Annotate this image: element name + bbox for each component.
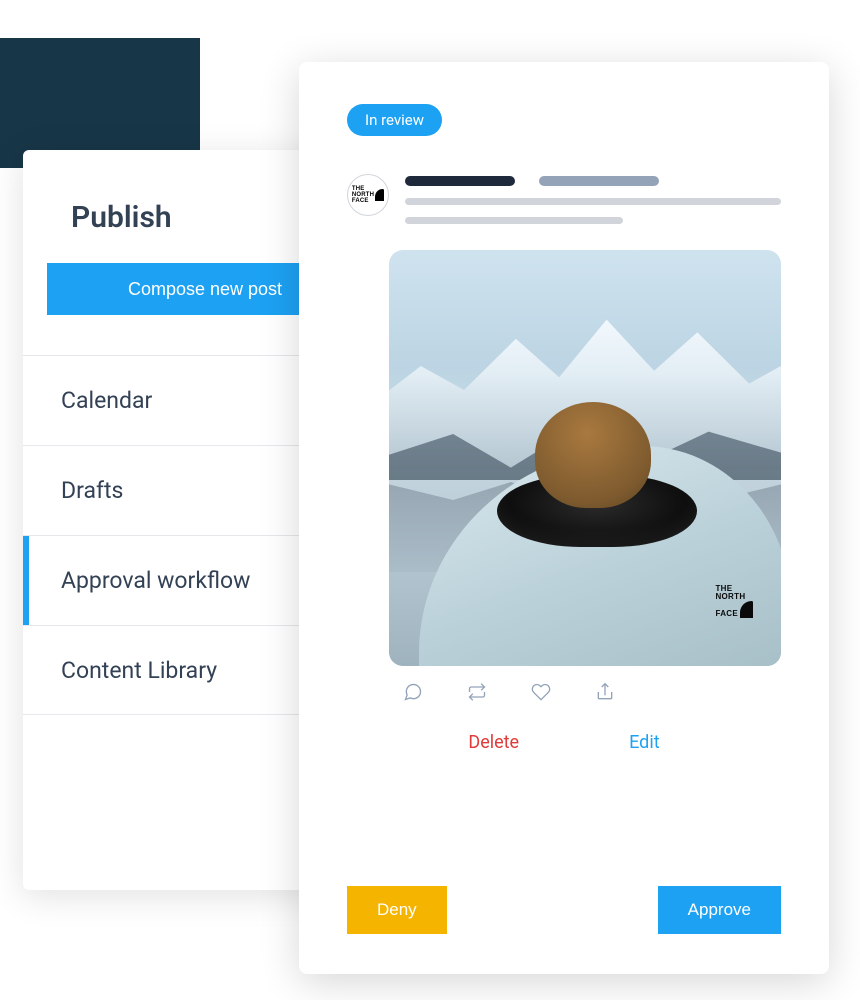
post-image: THENORTHFACE <box>389 250 781 666</box>
nav-item-label: Drafts <box>61 477 123 504</box>
approve-button[interactable]: Approve <box>658 886 781 934</box>
placeholder-line <box>405 198 781 205</box>
edit-link[interactable]: Edit <box>629 732 659 753</box>
review-card: In review THENORTHFACE THENORTHFACE <box>299 62 829 974</box>
status-badge: In review <box>347 104 442 136</box>
nav-item-label: Content Library <box>61 657 217 684</box>
placeholder-line <box>405 217 623 224</box>
like-icon[interactable] <box>531 682 551 702</box>
placeholder-line <box>539 176 659 186</box>
delete-link[interactable]: Delete <box>468 732 519 753</box>
nav-item-label: Approval workflow <box>61 567 250 594</box>
approval-action-row: Deny Approve <box>347 886 781 934</box>
post-text-placeholder <box>405 174 781 224</box>
post-header: THENORTHFACE <box>347 174 781 224</box>
retweet-icon[interactable] <box>467 682 487 702</box>
background-accent <box>0 38 200 168</box>
text-action-row: Delete Edit <box>347 732 781 753</box>
engagement-row <box>403 682 781 702</box>
deny-button[interactable]: Deny <box>347 886 447 934</box>
comment-icon[interactable] <box>403 682 423 702</box>
placeholder-line <box>405 176 515 186</box>
share-icon[interactable] <box>595 682 615 702</box>
nav-item-label: Calendar <box>61 387 152 414</box>
brand-avatar: THENORTHFACE <box>347 174 389 216</box>
